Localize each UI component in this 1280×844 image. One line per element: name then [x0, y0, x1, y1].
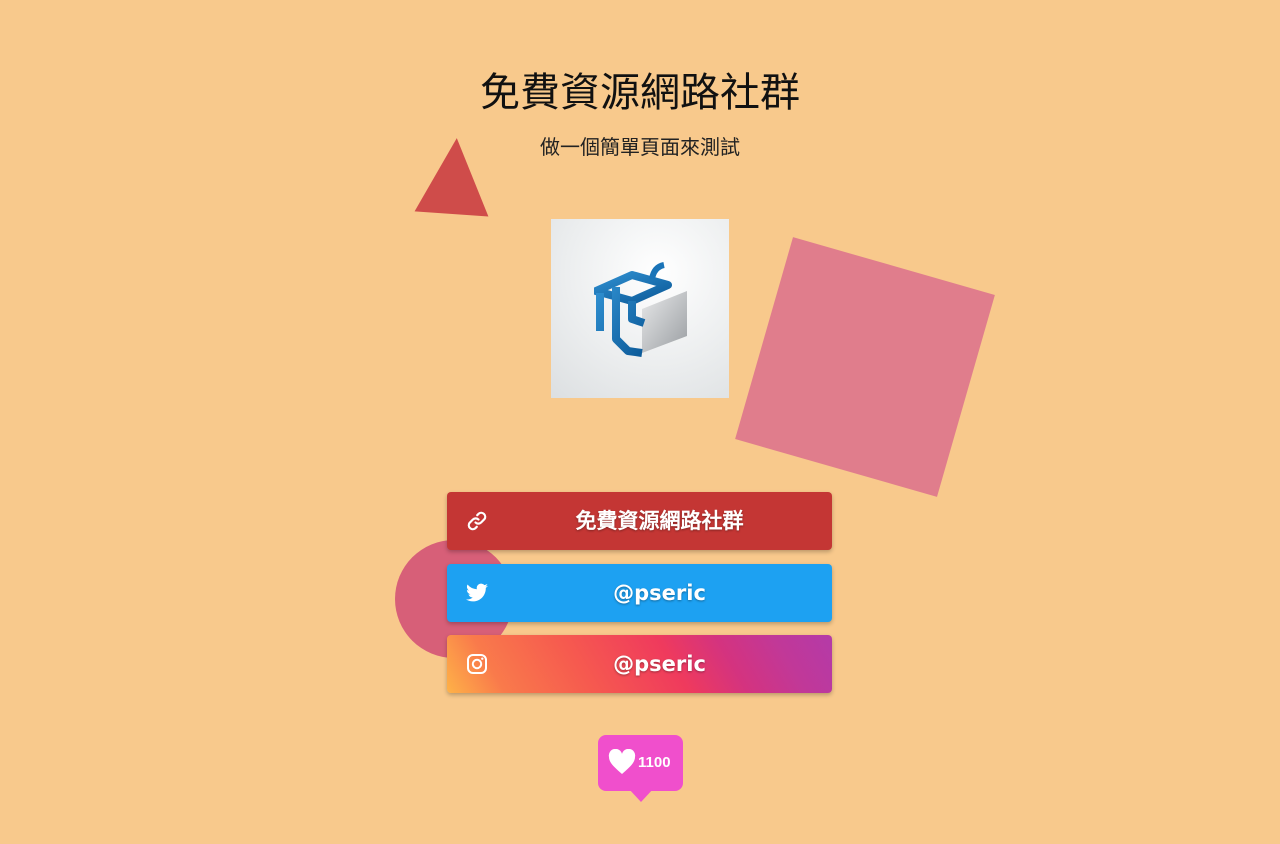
like-button[interactable]: 1100 — [598, 735, 683, 802]
website-link-button[interactable]: 免費資源網路社群 — [447, 492, 832, 550]
twitter-link-button[interactable]: @pseric — [447, 564, 832, 622]
instagram-link-label: @pseric — [613, 652, 706, 676]
cube-logo-icon — [594, 262, 687, 357]
avatar — [551, 219, 729, 398]
instagram-icon — [465, 652, 489, 676]
website-link-label: 免費資源網路社群 — [575, 509, 744, 533]
link-icon — [465, 509, 489, 533]
page-title: 免費資源網路社群 — [480, 70, 800, 116]
twitter-link-label: @pseric — [613, 581, 706, 605]
like-bubble-tail — [628, 788, 654, 802]
page-subtitle: 做一個簡單頁面來測試 — [540, 135, 740, 159]
like-count: 1100 — [638, 754, 671, 771]
heart-icon — [608, 749, 636, 774]
twitter-icon — [465, 581, 489, 605]
instagram-link-button[interactable]: @pseric — [447, 635, 832, 693]
decorative-square — [735, 237, 995, 497]
